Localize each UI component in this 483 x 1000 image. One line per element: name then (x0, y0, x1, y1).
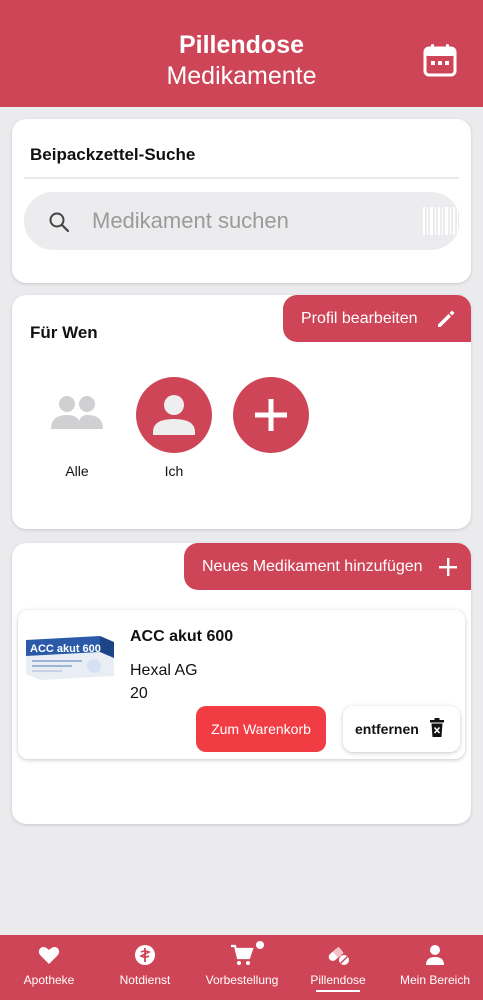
search-input[interactable] (92, 204, 412, 238)
profile-all-avatar (39, 377, 115, 453)
pharmacy-symbol-icon (135, 945, 155, 965)
profile-me[interactable]: Ich (134, 377, 214, 479)
header-title: Pillendose (178, 31, 305, 59)
medication-quantity: 20 (130, 685, 148, 702)
remove-label: entfernen (355, 721, 419, 737)
profile-me-label: Ich (164, 463, 184, 479)
nav-item-apotheke[interactable]: Apotheke (12, 935, 86, 1000)
add-icon (255, 399, 287, 431)
bottom-navigation: Apotheke Notdienst Vorbestellung Pillend… (0, 935, 483, 1000)
nav-item-vorbestellung[interactable]: Vorbestellung (198, 935, 286, 1000)
app-header: Pillendose Medikamente (0, 0, 483, 107)
medication-item: ACC akut 600 ACC akut 600 Hexal AG 20 Zu… (18, 610, 465, 759)
edit-profile-button[interactable]: Profil bearbeiten (283, 295, 471, 342)
cart-icon (231, 944, 254, 965)
heart-icon (38, 947, 60, 964)
edit-profile-label: Profil bearbeiten (301, 310, 418, 327)
person-icon (153, 395, 195, 435)
profile-all-label: Alle (65, 463, 89, 479)
calendar-icon[interactable] (422, 42, 458, 78)
divider (24, 177, 459, 179)
barcode-icon[interactable] (422, 206, 462, 236)
profiles-card: Profil bearbeiten Für Wen Alle Ich (12, 295, 471, 529)
search-icon (49, 212, 70, 233)
leaflet-search-title: Beipackzettel-Suche (30, 145, 196, 164)
medication-manufacturer: Hexal AG (130, 662, 198, 679)
cart-notification-dot (256, 941, 264, 949)
nav-label-notdienst: Notdienst (119, 973, 171, 987)
search-bar[interactable] (24, 192, 462, 250)
medications-card: Neues Medikament hinzufügen ACC akut 600… (12, 543, 471, 824)
nav-label-pillendose: Pillendose (310, 973, 366, 987)
add-to-cart-button[interactable]: Zum Warenkorb (196, 706, 326, 752)
add-medication-label: Neues Medikament hinzufügen (202, 558, 423, 575)
nav-label-mein-bereich: Mein Bereich (399, 973, 471, 987)
medication-package-image: ACC akut 600 (26, 636, 114, 680)
profiles-title: Für Wen (30, 323, 98, 342)
plus-icon (439, 558, 457, 576)
pills-icon (328, 946, 349, 965)
nav-item-mein-bereich[interactable]: Mein Bereich (395, 935, 475, 1000)
nav-label-vorbestellung: Vorbestellung (205, 973, 279, 987)
header-subtitle: Medikamente (166, 62, 317, 90)
nav-label-apotheke: Apotheke (23, 973, 75, 987)
profile-all[interactable]: Alle (37, 377, 117, 479)
nav-item-notdienst[interactable]: Notdienst (108, 935, 182, 1000)
add-profile-circle (233, 377, 309, 453)
add-medication-button[interactable]: Neues Medikament hinzufügen (184, 543, 471, 590)
nav-item-pillendose[interactable]: Pillendose (302, 935, 374, 1000)
leaflet-search-card: Beipackzettel-Suche (12, 119, 471, 283)
add-profile-button[interactable] (231, 377, 311, 453)
remove-medication-button[interactable]: entfernen (343, 706, 460, 752)
pencil-icon (438, 310, 455, 327)
trash-icon (430, 718, 444, 737)
medication-name: ACC akut 600 (130, 628, 234, 645)
active-tab-indicator (316, 990, 360, 992)
header-titles: Pillendose Medikamente (0, 29, 483, 91)
group-icon (51, 396, 103, 429)
person-icon (426, 945, 444, 965)
profile-me-avatar (136, 377, 212, 453)
package-label: ACC akut 600 (30, 643, 101, 655)
